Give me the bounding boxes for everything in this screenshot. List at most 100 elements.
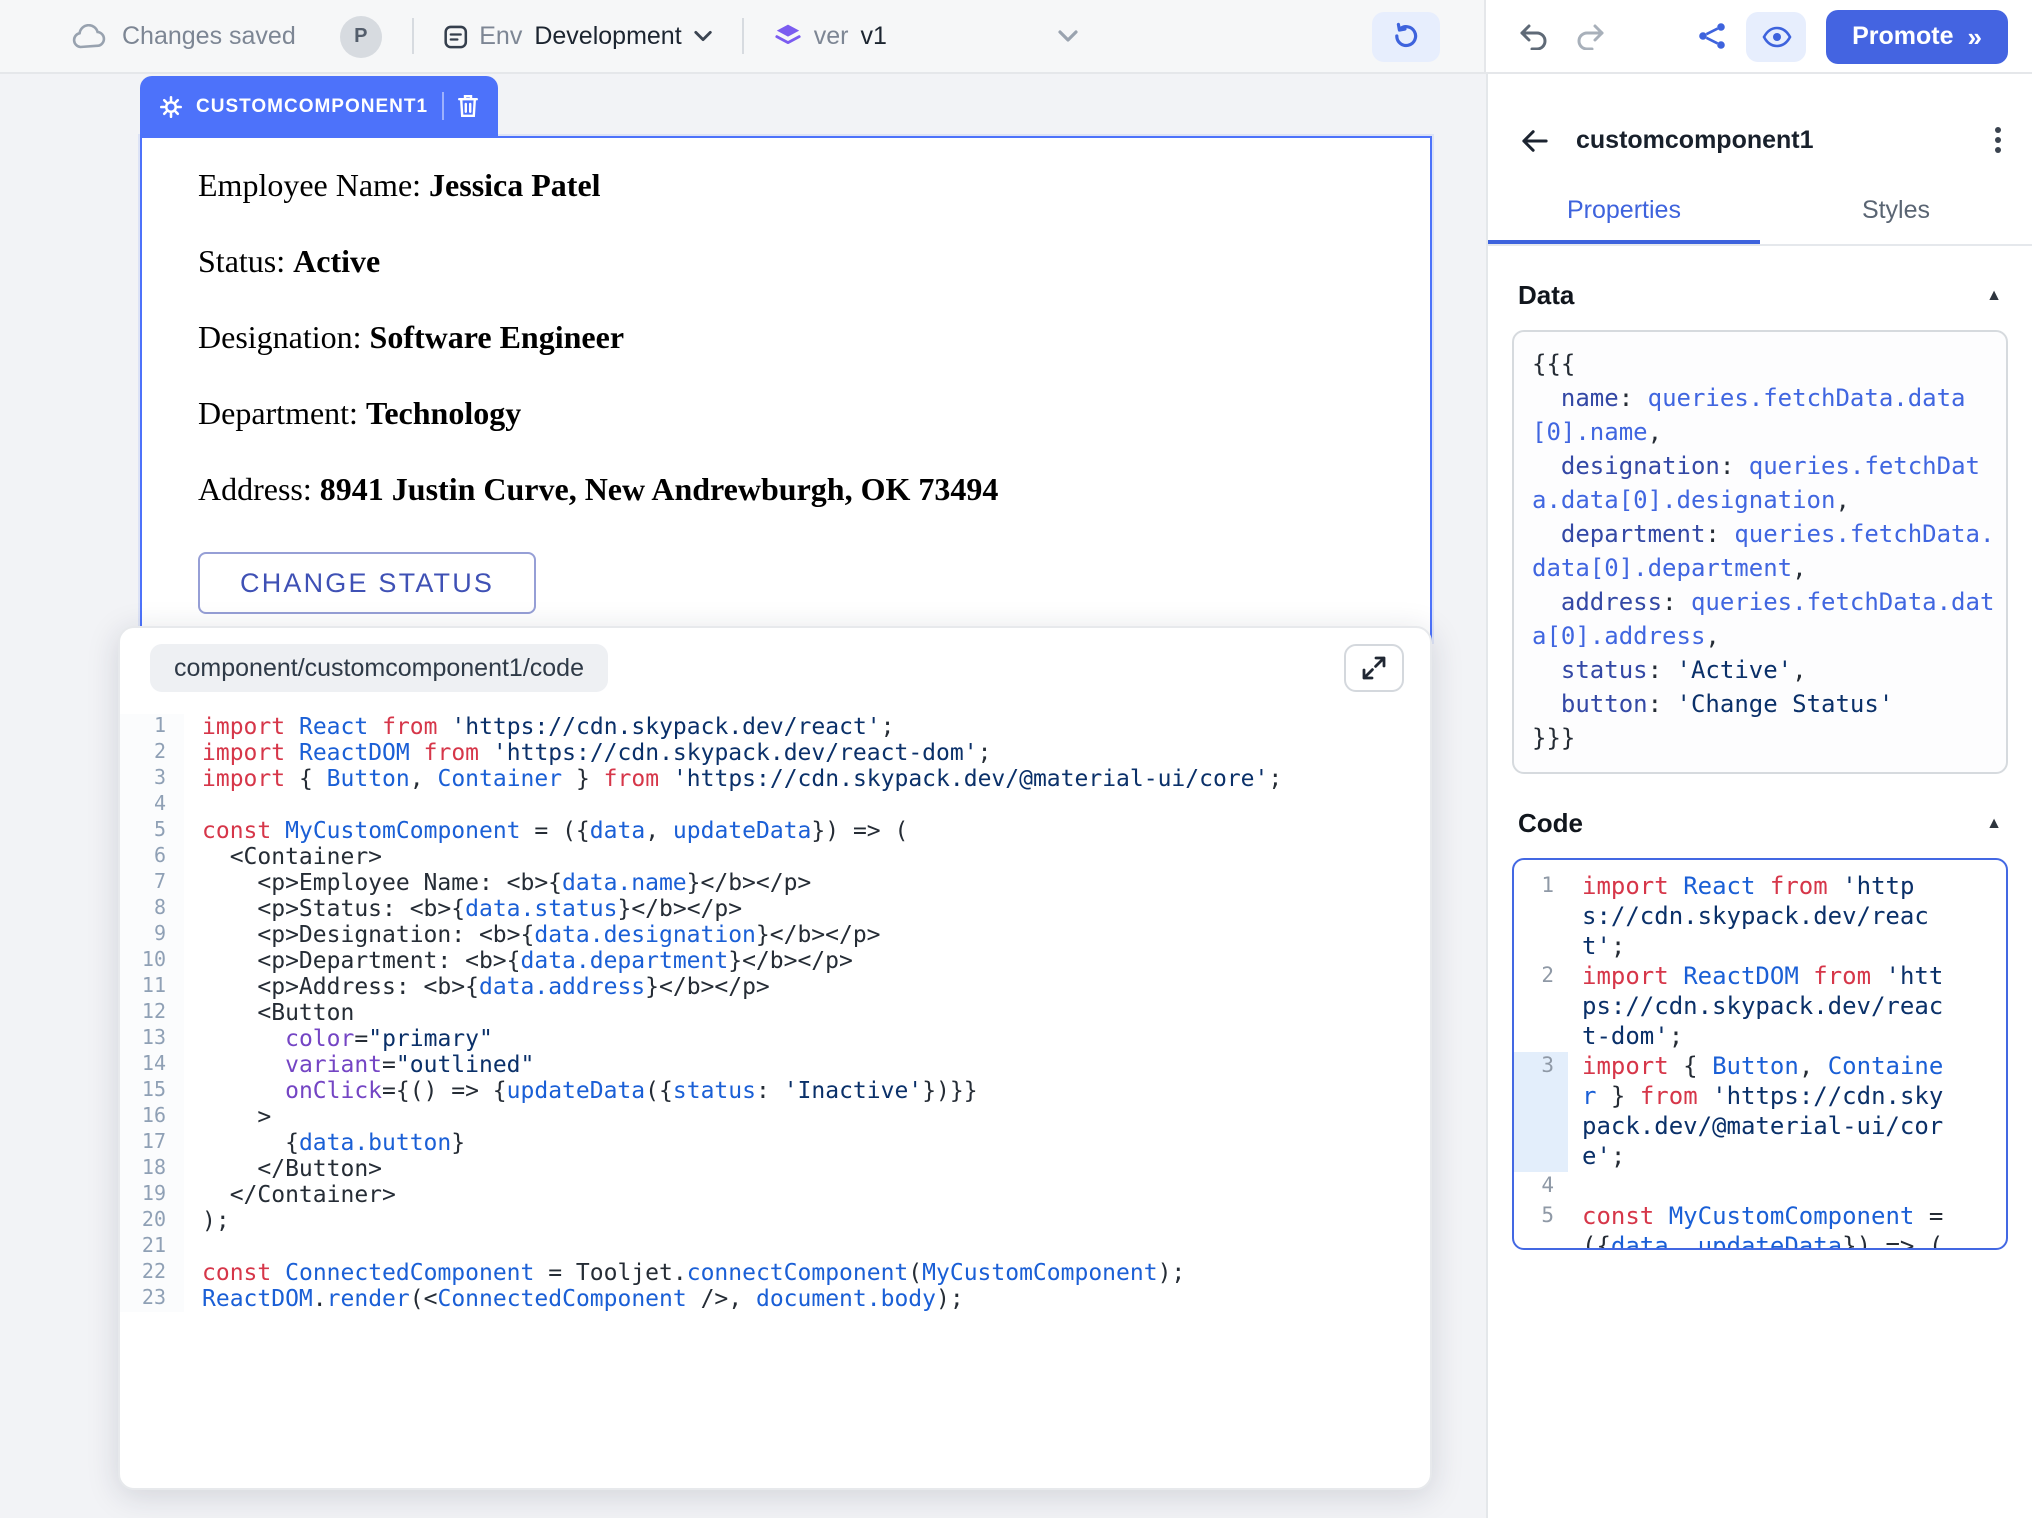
code-token: MyCustomComponent: [1669, 1202, 1915, 1230]
code-token: :: [1619, 384, 1648, 412]
code-token: connectComponent: [687, 1258, 909, 1286]
code-line-text: s://cdn.skypack.dev/reac: [1568, 902, 1929, 932]
tab-properties[interactable]: Properties: [1488, 178, 1760, 244]
field-value: Technology: [366, 397, 521, 431]
code-line: r } from 'https://cdn.sky: [1514, 1082, 2006, 1112]
widget-field: Employee Name: Jessica Patel: [198, 170, 1374, 207]
canvas[interactable]: CUSTOMCOMPONENT1 Employee Name: Jessica …: [0, 74, 1486, 1518]
code-line: 8 <p>Status: <b>{data.status}</b></p>: [120, 896, 1430, 922]
code-editor[interactable]: 1import React from 'https://cdn.skypack.…: [120, 704, 1430, 1312]
inspector-panel: customcomponent1 Properties Styles Data …: [1486, 74, 2032, 1518]
code-token: :: [1648, 690, 1677, 718]
code-line: 20);: [120, 1208, 1430, 1234]
version-dropdown[interactable]: ver v1: [774, 22, 1078, 50]
code-line: 19 </Container>: [120, 1182, 1430, 1208]
code-token: </Container>: [202, 1180, 396, 1208]
code-token: data.designation: [534, 920, 756, 948]
line-number: 10: [120, 948, 184, 974]
code-section: Code ▲ 1import React from 'https://cdn.s…: [1488, 774, 2032, 1250]
line-number: 18: [120, 1156, 184, 1182]
code-token: [202, 1076, 285, 1104]
code-token: ,: [1799, 1052, 1828, 1080]
code-token: [410, 738, 424, 766]
code-token: const: [1582, 1202, 1654, 1230]
code-token: :: [756, 1076, 784, 1104]
line-number: [1514, 1082, 1568, 1112]
code-token: Button: [1712, 1052, 1799, 1080]
field-value: 8941 Justin Curve, New Andrewburgh, OK 7…: [320, 473, 999, 507]
code-line: s://cdn.skypack.dev/reac: [1514, 902, 2006, 932]
collapse-data-button[interactable]: ▲: [1986, 286, 2002, 304]
code-token: ConnectedComponent: [285, 1258, 534, 1286]
environment-dropdown[interactable]: Env Development: [444, 22, 712, 50]
code-line-text: const MyCustomComponent = ({data, update…: [184, 818, 908, 844]
line-number: 1: [1514, 872, 1568, 902]
redo-button[interactable]: [1574, 22, 1606, 50]
chevron-down-icon: [1058, 30, 1078, 42]
data-binding-line: }}}: [1532, 722, 1998, 756]
code-line: 10 <p>Department: <b>{data.department}</…: [120, 948, 1430, 974]
code-token: React: [1683, 872, 1755, 900]
code-token: [271, 816, 285, 844]
layers-icon: [774, 22, 802, 50]
avatar[interactable]: P: [340, 15, 382, 57]
code-line-text: const ConnectedComponent = Tooljet.conne…: [184, 1260, 1185, 1286]
code-token: data: [590, 816, 645, 844]
code-token: [0].name: [1532, 418, 1648, 446]
code-token: [285, 738, 299, 766]
code-token: [285, 712, 299, 740]
undo-button[interactable]: [1518, 22, 1550, 50]
component-code-editor[interactable]: 1import React from 'https://cdn.skypack.…: [1512, 858, 2008, 1250]
code-token: [1532, 656, 1561, 684]
change-status-button[interactable]: CHANGE STATUS: [198, 553, 536, 615]
topbar-left: Changes saved P Env Development: [0, 0, 1486, 72]
code-token: :: [1705, 520, 1734, 548]
code-token: Container: [437, 764, 562, 792]
data-binding-line: a[0].address,: [1532, 620, 1998, 654]
data-section-title: Data: [1518, 280, 1574, 310]
refresh-button[interactable]: [1372, 11, 1440, 61]
code-token: ,: [410, 764, 438, 792]
data-binding-line: a.data[0].designation,: [1532, 484, 1998, 518]
double-chevron-icon: »: [1968, 21, 1982, 51]
more-options-button[interactable]: [1994, 126, 2002, 154]
line-number: 7: [120, 870, 184, 896]
code-line-text: {data.button}: [184, 1130, 465, 1156]
code-line-text: color="primary": [184, 1026, 493, 1052]
code-token: import: [202, 738, 285, 766]
code-line-text: variant="outlined": [184, 1052, 534, 1078]
code-token: ReactDOM: [1683, 962, 1799, 990]
code-line: 3import { Button, Containe: [1514, 1052, 2006, 1082]
code-token: [438, 712, 452, 740]
line-number: 2: [1514, 962, 1568, 992]
undo-icon: [1518, 22, 1550, 50]
topbar: Changes saved P Env Development: [0, 0, 2032, 74]
code-token: queries.fetchData.data: [1648, 384, 1966, 412]
field-value: Jessica Patel: [429, 170, 601, 204]
share-button[interactable]: [1698, 22, 1726, 50]
code-line: 4: [1514, 1172, 2006, 1202]
code-token: />,: [687, 1284, 756, 1312]
data-binding-line: data[0].department,: [1532, 552, 1998, 586]
code-token: <p>Designation: <b>{: [202, 920, 534, 948]
expand-button[interactable]: [1344, 644, 1404, 692]
collapse-code-button[interactable]: ▲: [1986, 814, 2002, 832]
preview-button[interactable]: [1746, 11, 1806, 61]
code-token: data: [1611, 1232, 1669, 1250]
code-line: 6 <Container>: [120, 844, 1430, 870]
tab-styles[interactable]: Styles: [1760, 178, 2032, 244]
code-token: queries.fetchData.dat: [1691, 588, 1994, 616]
line-number: 5: [1514, 1202, 1568, 1232]
trash-icon[interactable]: [458, 94, 478, 118]
data-binding-editor[interactable]: {{{ name: queries.fetchData.data[0].name…: [1512, 330, 2008, 774]
code-line: 3import { Button, Container } from 'http…: [120, 766, 1430, 792]
widget-label-tab[interactable]: CUSTOMCOMPONENT1: [140, 76, 498, 136]
code-token: 'https://cdn.skypack.dev/react': [451, 712, 880, 740]
code-line: e';: [1514, 1142, 2006, 1172]
back-button[interactable]: [1520, 127, 1550, 153]
code-token: ;: [978, 738, 992, 766]
customcomponent-widget[interactable]: Employee Name: Jessica PatelStatus: Acti…: [140, 136, 1432, 642]
promote-button[interactable]: Promote »: [1826, 9, 2008, 63]
code-line: 22const ConnectedComponent = Tooljet.con…: [120, 1260, 1430, 1286]
line-number: [1514, 1112, 1568, 1142]
